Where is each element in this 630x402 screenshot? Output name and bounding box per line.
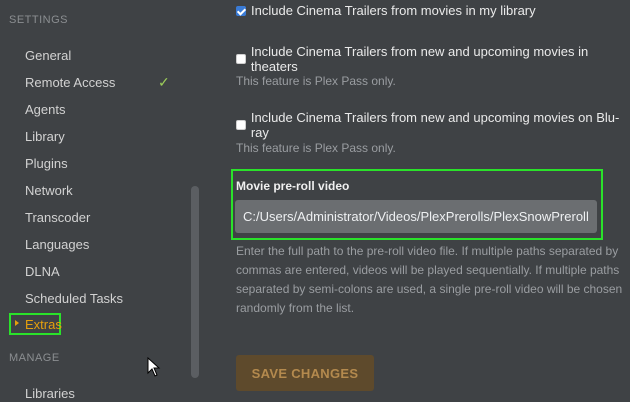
- option-trailers-theaters[interactable]: Include Cinema Trailers from new and upc…: [236, 44, 630, 74]
- save-changes-button[interactable]: SAVE CHANGES: [236, 355, 374, 391]
- sidebar-scrollbar-thumb[interactable]: [191, 186, 199, 378]
- sidebar-item-extras[interactable]: Extras: [25, 317, 62, 332]
- manage-heading: MANAGE: [9, 352, 60, 364]
- checkbox-unchecked[interactable]: [236, 120, 246, 130]
- option-trailers-library[interactable]: Include Cinema Trailers from movies in m…: [236, 3, 536, 18]
- settings-heading: SETTINGS: [9, 14, 69, 26]
- option-label: Include Cinema Trailers from new and upc…: [250, 110, 620, 140]
- sidebar-item-dlna[interactable]: DLNA: [25, 264, 60, 280]
- sidebar-item-languages[interactable]: Languages: [25, 237, 89, 253]
- sidebar-item-general[interactable]: General: [25, 48, 71, 64]
- sidebar-item-libraries[interactable]: Libraries: [25, 386, 75, 402]
- checkbox-unchecked[interactable]: [236, 54, 246, 64]
- sidebar-item-plugins[interactable]: Plugins: [25, 156, 68, 172]
- sidebar-item-network[interactable]: Network: [25, 183, 73, 199]
- preroll-path-input[interactable]: [235, 200, 597, 233]
- active-caret-icon: [15, 320, 19, 326]
- sidebar-item-library[interactable]: Library: [25, 129, 65, 145]
- sidebar-item-remote-access[interactable]: Remote Access: [25, 75, 115, 91]
- checkmark-icon: ✓: [158, 74, 170, 90]
- plex-pass-note: This feature is Plex Pass only.: [236, 141, 396, 155]
- settings-sidebar: SETTINGS General Remote Access ✓ Agents …: [0, 0, 204, 401]
- mouse-cursor-icon: [147, 357, 161, 377]
- plex-pass-note: This feature is Plex Pass only.: [236, 74, 396, 88]
- preroll-help-text: Enter the full path to the pre-roll vide…: [236, 244, 623, 315]
- sidebar-item-agents[interactable]: Agents: [25, 102, 65, 118]
- option-label: Include Cinema Trailers from new and upc…: [250, 44, 589, 74]
- sidebar-item-scheduled-tasks[interactable]: Scheduled Tasks: [25, 291, 123, 307]
- extras-settings-panel: Include Cinema Trailers from movies in m…: [204, 0, 630, 401]
- option-trailers-bluray[interactable]: Include Cinema Trailers from new and upc…: [236, 110, 630, 140]
- option-label: Include Cinema Trailers from movies in m…: [251, 3, 536, 18]
- preroll-label: Movie pre-roll video: [236, 179, 350, 193]
- sidebar-item-transcoder[interactable]: Transcoder: [25, 210, 90, 226]
- checkbox-checked[interactable]: [236, 5, 246, 16]
